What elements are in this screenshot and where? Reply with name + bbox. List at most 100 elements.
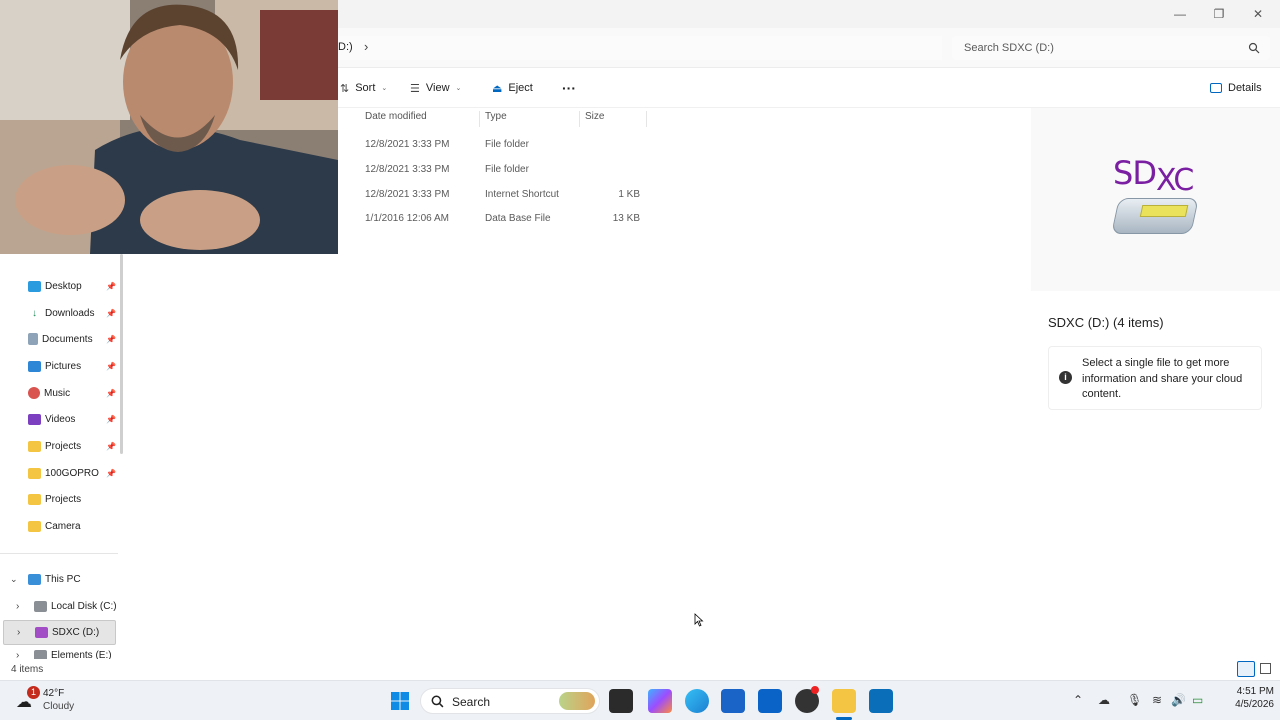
weather-condition: Cloudy (43, 701, 75, 712)
folder-icon (28, 440, 41, 452)
sidebar-item-sdxc[interactable]: › SDXC (D:) (3, 620, 116, 645)
info-icon: i (1059, 371, 1072, 384)
breadcrumb-chevron-icon[interactable]: › (364, 39, 368, 54)
sidebar-item-videos[interactable]: Videos 📌 (28, 409, 120, 429)
details-view-toggle[interactable] (1237, 661, 1255, 677)
sidebar-item-elements[interactable]: › Elements (E:) (16, 650, 118, 659)
eject-button[interactable]: ⏏ Eject (492, 78, 533, 98)
recording-badge (811, 686, 819, 694)
view-label: View (425, 82, 450, 94)
sidebar-item-desktop[interactable]: Desktop 📌 (28, 276, 120, 296)
edge-icon[interactable] (685, 689, 709, 713)
battery-icon[interactable]: ▭ (1192, 693, 1203, 707)
task-view-icon[interactable] (609, 689, 633, 713)
chevron-down-icon: ⌄ (381, 85, 388, 92)
sidebar-item-label: Projects (45, 440, 82, 452)
chevron-right-icon: › (16, 650, 20, 659)
obs-icon[interactable] (795, 686, 819, 713)
store-icon[interactable] (721, 689, 745, 713)
document-icon (28, 333, 38, 345)
onedrive-icon[interactable]: ☁ (1098, 693, 1110, 707)
file-date: 1/1/2016 12:06 AM (365, 213, 449, 224)
sidebar-item-label: This PC (45, 573, 81, 585)
more-options-button[interactable]: ··· (562, 78, 576, 98)
file-date: 12/8/2021 3:33 PM (365, 139, 450, 150)
sidebar-item-camera[interactable]: Camera (28, 516, 120, 536)
eject-label: Eject (508, 82, 533, 94)
address-bar[interactable]: D:) › (330, 36, 942, 60)
close-button[interactable]: ✕ (1238, 0, 1278, 28)
drive-icon (34, 600, 47, 612)
breadcrumb-drive[interactable]: D:) (338, 41, 353, 53)
volume-icon[interactable]: 🔊 (1171, 693, 1186, 707)
view-icon: ☰ (410, 82, 420, 95)
outlook-icon[interactable] (758, 689, 782, 713)
clock[interactable]: 4:51 PM 4/5/2026 (1214, 686, 1274, 710)
sidebar-item-100gopro[interactable]: 100GOPRO 📌 (28, 463, 120, 483)
desktop-icon (28, 280, 41, 292)
weather-widget[interactable]: ☁ 1 42°F Cloudy (14, 686, 104, 716)
webcam-overlay (0, 0, 338, 254)
sidebar-item-label: 100GOPRO (45, 467, 99, 479)
sidebar-item-projects[interactable]: Projects 📌 (28, 436, 120, 456)
details-label: Details (1228, 82, 1262, 94)
search-input[interactable]: Search SDXC (D:) (952, 36, 1270, 60)
column-date-modified[interactable]: Date modified (360, 111, 480, 127)
minimize-button[interactable]: — (1160, 0, 1200, 28)
pin-icon: 📌 (106, 414, 116, 424)
file-row[interactable]: 12/8/2021 3:33 PM File folder (360, 139, 650, 159)
file-row[interactable]: 12/8/2021 3:33 PM File folder (360, 164, 650, 184)
file-type: File folder (485, 164, 529, 175)
sidebar-item-label: Elements (E:) (51, 650, 112, 659)
file-row[interactable]: 1/1/2016 12:06 AM Data Base File 13 KB (360, 213, 650, 233)
file-row[interactable]: 12/8/2021 3:33 PM Internet Shortcut 1 KB (360, 189, 650, 209)
chevron-down-icon: ⌄ (455, 85, 462, 92)
sidebar-item-local-disk[interactable]: › Local Disk (C:) (16, 596, 118, 616)
sidebar-item-documents[interactable]: Documents 📌 (28, 329, 120, 349)
remote-desktop-icon[interactable] (869, 689, 893, 713)
pin-icon: 📌 (106, 308, 116, 318)
search-icon (1248, 42, 1260, 54)
column-type[interactable]: Type (480, 111, 580, 127)
sidebar-item-label: Videos (45, 413, 76, 425)
sidebar-item-label: Local Disk (C:) (51, 600, 117, 612)
folder-icon (28, 520, 41, 532)
status-bar: 4 items (0, 659, 1280, 680)
sidebar-item-label: Music (44, 387, 71, 399)
sidebar-item-music[interactable]: Music 📌 (28, 383, 120, 403)
sidebar-item-label: Projects (45, 493, 82, 505)
wifi-icon[interactable]: ≋ (1152, 693, 1162, 707)
music-icon (28, 387, 40, 399)
maximize-button[interactable]: ❐ (1199, 0, 1239, 28)
item-count: 4 items (11, 664, 44, 675)
pictures-icon (28, 360, 41, 372)
copilot-icon[interactable] (648, 689, 672, 713)
folder-icon (28, 467, 41, 479)
show-hidden-icons-icon[interactable]: ⌃ (1073, 693, 1083, 707)
computer-icon (28, 573, 41, 585)
details-pane-button[interactable]: Details (1210, 78, 1262, 98)
microphone-icon[interactable]: 🎙 (1127, 693, 1142, 707)
sd-card-drive-icon (1111, 198, 1199, 234)
tiles-view-toggle[interactable] (1260, 663, 1271, 674)
download-icon: ↓ (32, 307, 37, 319)
drive-icon (34, 650, 47, 659)
column-size[interactable]: Size (580, 111, 647, 127)
windows-icon (391, 692, 409, 710)
mouse-cursor-icon (694, 613, 704, 627)
sidebar-item-pictures[interactable]: Pictures 📌 (28, 356, 120, 376)
sidebar-item-label: Downloads (45, 307, 95, 319)
start-button[interactable] (388, 689, 412, 713)
webcam-image (0, 0, 338, 254)
more-icon: ··· (562, 80, 576, 96)
sidebar-item-label: SDXC (D:) (52, 627, 100, 638)
sort-button[interactable]: ⇅ Sort ⌄ (340, 78, 387, 98)
sidebar-item-downloads[interactable]: ↓ Downloads 📌 (28, 303, 120, 323)
view-button[interactable]: ☰ View ⌄ (410, 78, 461, 98)
sort-icon: ⇅ (340, 82, 350, 95)
taskbar-search[interactable]: Search (420, 688, 600, 714)
file-explorer-icon[interactable] (832, 689, 856, 713)
sidebar-scrollbar[interactable] (120, 254, 123, 454)
sidebar-item-projects-2[interactable]: Projects (28, 489, 120, 509)
sidebar-item-this-pc[interactable]: ⌄ This PC (10, 569, 118, 589)
